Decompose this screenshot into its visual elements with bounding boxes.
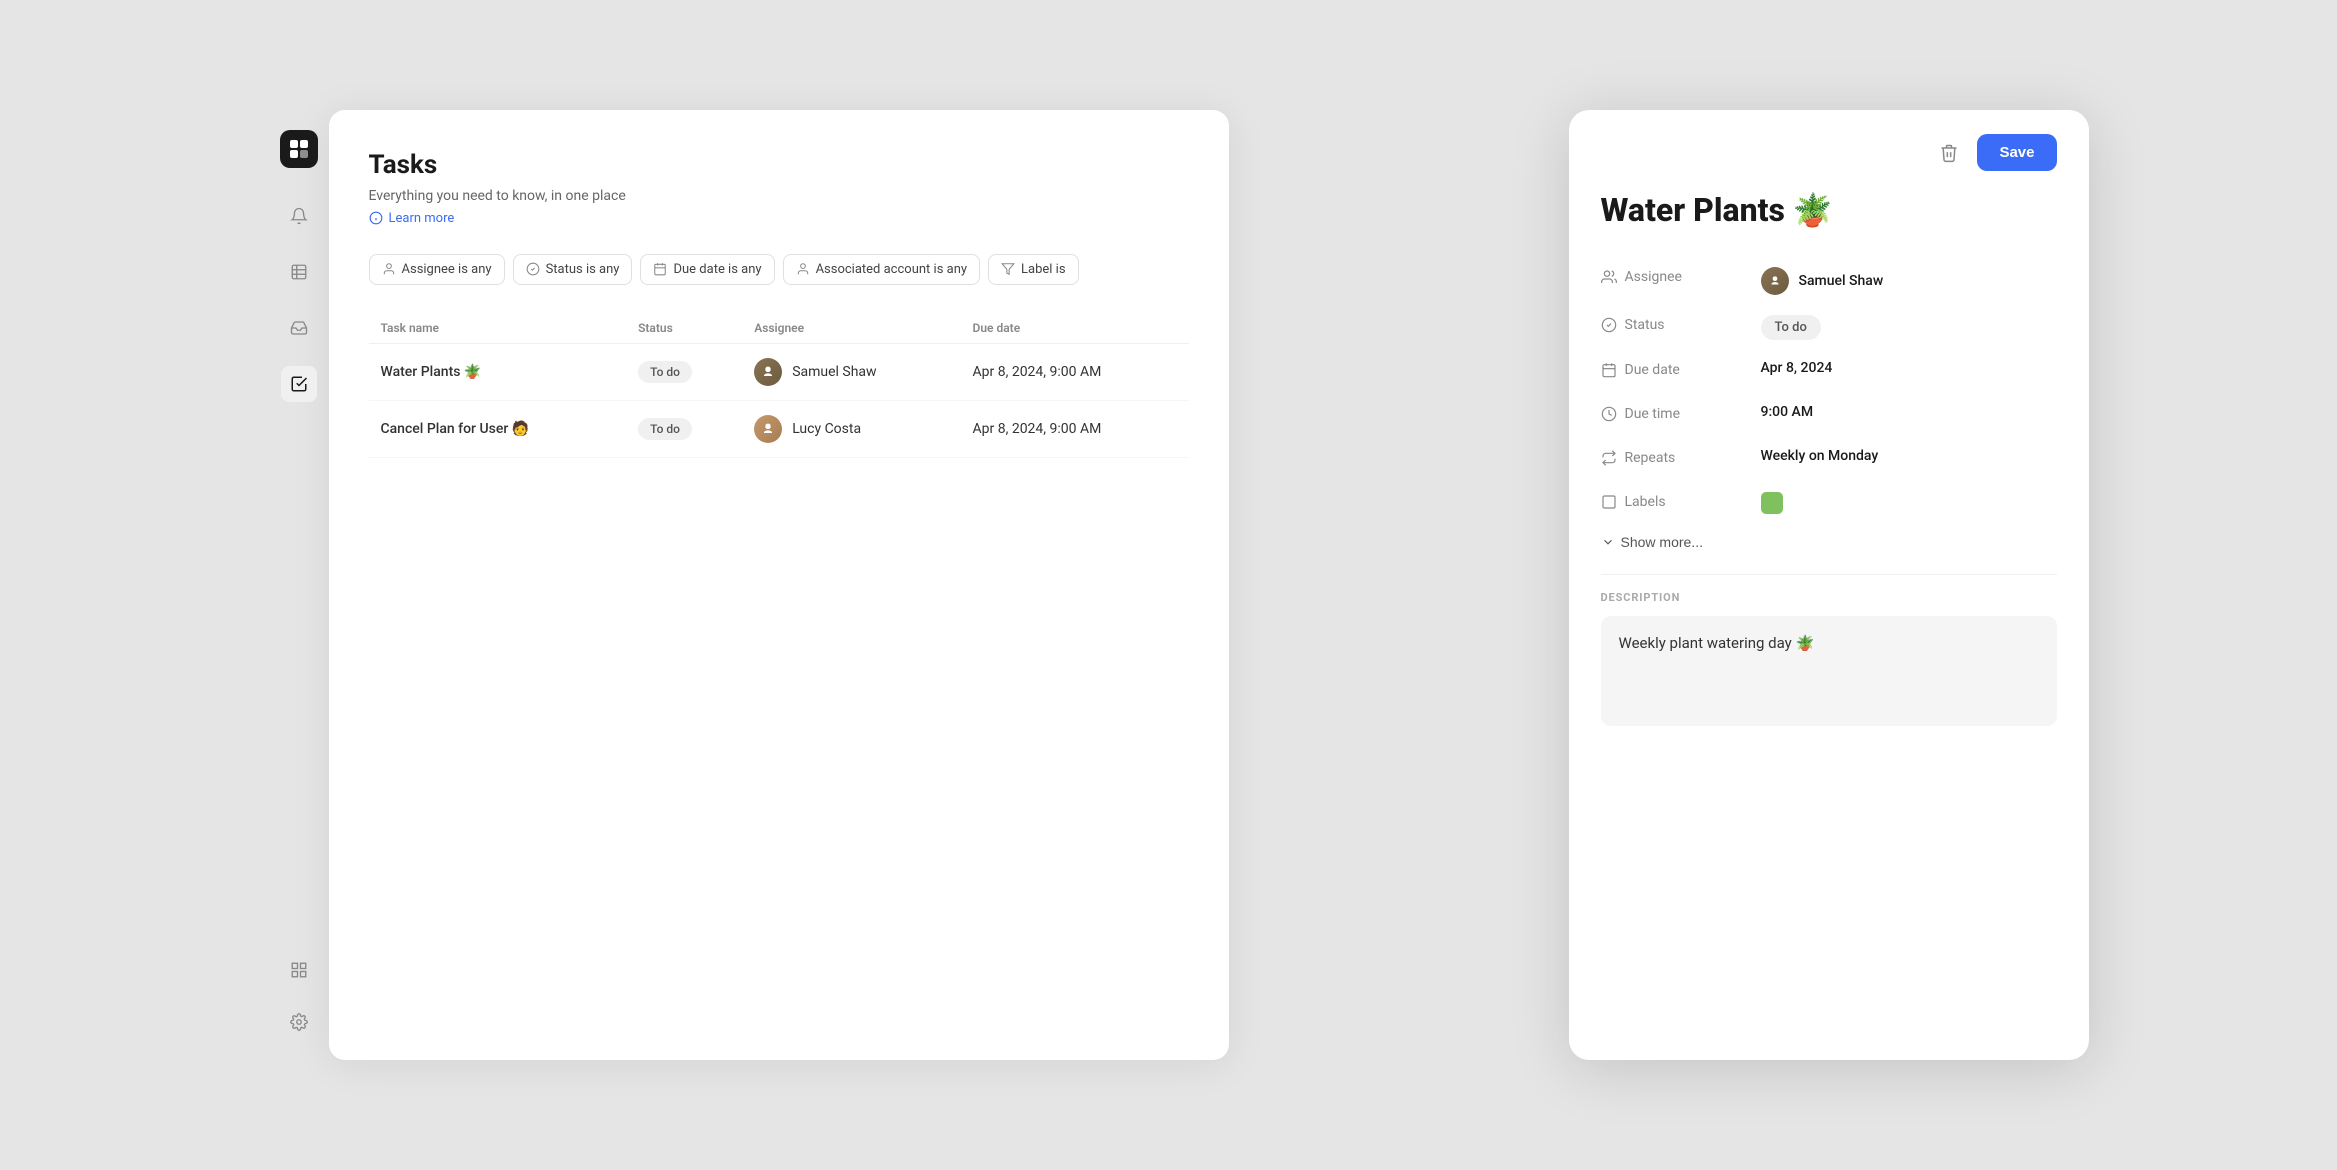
field-due-time: Due time 9:00 AM xyxy=(1601,394,2057,438)
status-cell-2: To do xyxy=(626,400,742,457)
col-status: Status xyxy=(626,313,742,344)
due-date-cell-2: Apr 8, 2024, 9:00 AM xyxy=(961,400,1189,457)
sidebar-item-grid[interactable] xyxy=(281,952,317,988)
filter-assignee[interactable]: Assignee is any xyxy=(369,254,505,285)
avatar-1 xyxy=(754,358,782,386)
person-icon xyxy=(382,262,396,276)
field-labels: Labels xyxy=(1601,482,2057,526)
description-heading: DESCRIPTION xyxy=(1601,591,2057,604)
save-button[interactable]: Save xyxy=(1977,134,2056,171)
status-cell-1: To do xyxy=(626,343,742,400)
field-status: Status To do xyxy=(1601,305,2057,350)
due-date-cell-1: Apr 8, 2024, 9:00 AM xyxy=(961,343,1189,400)
detail-panel: Save Water Plants 🪴 Assignee xyxy=(1569,110,2089,1060)
sidebar-item-inbox[interactable] xyxy=(281,310,317,346)
detail-avatar xyxy=(1761,267,1789,295)
avatar-2 xyxy=(754,415,782,443)
chevron-down-icon xyxy=(1601,535,1615,549)
assignee-cell-1: Samuel Shaw xyxy=(742,343,960,400)
task-name-2: Cancel Plan for User 🧑 xyxy=(369,400,627,457)
page-subtitle: Everything you need to know, in one plac… xyxy=(369,188,1189,204)
col-task-name: Task name xyxy=(369,313,627,344)
label-color xyxy=(1761,492,1783,514)
field-repeats: Repeats Weekly on Monday xyxy=(1601,438,2057,482)
circle-check-icon xyxy=(526,262,540,276)
show-more-button[interactable]: Show more... xyxy=(1601,526,1703,558)
sidebar xyxy=(269,110,329,1060)
status-badge-2: To do xyxy=(638,418,692,440)
detail-status-badge: To do xyxy=(1761,315,1821,340)
field-due-date: Due date Apr 8, 2024 xyxy=(1601,350,2057,394)
task-name-1: Water Plants 🪴 xyxy=(369,343,627,400)
divider xyxy=(1601,574,2057,575)
status-icon xyxy=(1601,317,1617,333)
labels-icon xyxy=(1601,494,1617,510)
sidebar-item-bell[interactable] xyxy=(281,198,317,234)
tasks-table: Task name Status Assignee Due date Water… xyxy=(369,313,1189,458)
table-row[interactable]: Cancel Plan for User 🧑 To do Lucy Costa xyxy=(369,400,1189,457)
field-assignee: Assignee Samuel Shaw xyxy=(1601,257,2057,305)
filter-associated-account[interactable]: Associated account is any xyxy=(783,254,980,285)
table-row[interactable]: Water Plants 🪴 To do Samuel Shaw xyxy=(369,343,1189,400)
filter-label[interactable]: Label is xyxy=(988,254,1079,285)
col-due-date: Due date xyxy=(961,313,1189,344)
detail-title: Water Plants 🪴 xyxy=(1601,191,2057,229)
filter-icon xyxy=(1001,262,1015,276)
page-title: Tasks xyxy=(369,150,1189,180)
status-badge-1: To do xyxy=(638,361,692,383)
info-icon xyxy=(369,211,383,225)
account-person-icon xyxy=(796,262,810,276)
sidebar-item-tasks[interactable] xyxy=(281,366,317,402)
filter-bar: Assignee is any Status is any Due date i… xyxy=(369,254,1189,285)
repeats-icon xyxy=(1601,450,1617,466)
filter-due-date[interactable]: Due date is any xyxy=(640,254,774,285)
assignee-icon xyxy=(1601,269,1617,285)
sidebar-bottom xyxy=(281,952,317,1040)
learn-more-link[interactable]: Learn more xyxy=(369,211,455,226)
sidebar-item-settings[interactable] xyxy=(281,1004,317,1040)
sidebar-item-table[interactable] xyxy=(281,254,317,290)
assignee-cell-2: Lucy Costa xyxy=(742,400,960,457)
description-box[interactable]: Weekly plant watering day 🪴 xyxy=(1601,616,2057,726)
col-assignee: Assignee xyxy=(742,313,960,344)
calendar-icon xyxy=(653,262,667,276)
filter-status[interactable]: Status is any xyxy=(513,254,633,285)
logo[interactable] xyxy=(280,130,318,168)
due-date-icon xyxy=(1601,362,1617,378)
detail-header: Save xyxy=(1601,134,2057,171)
main-panel: Tasks Everything you need to know, in on… xyxy=(329,110,1229,1060)
due-time-icon xyxy=(1601,406,1617,422)
delete-button[interactable] xyxy=(1933,137,1965,169)
